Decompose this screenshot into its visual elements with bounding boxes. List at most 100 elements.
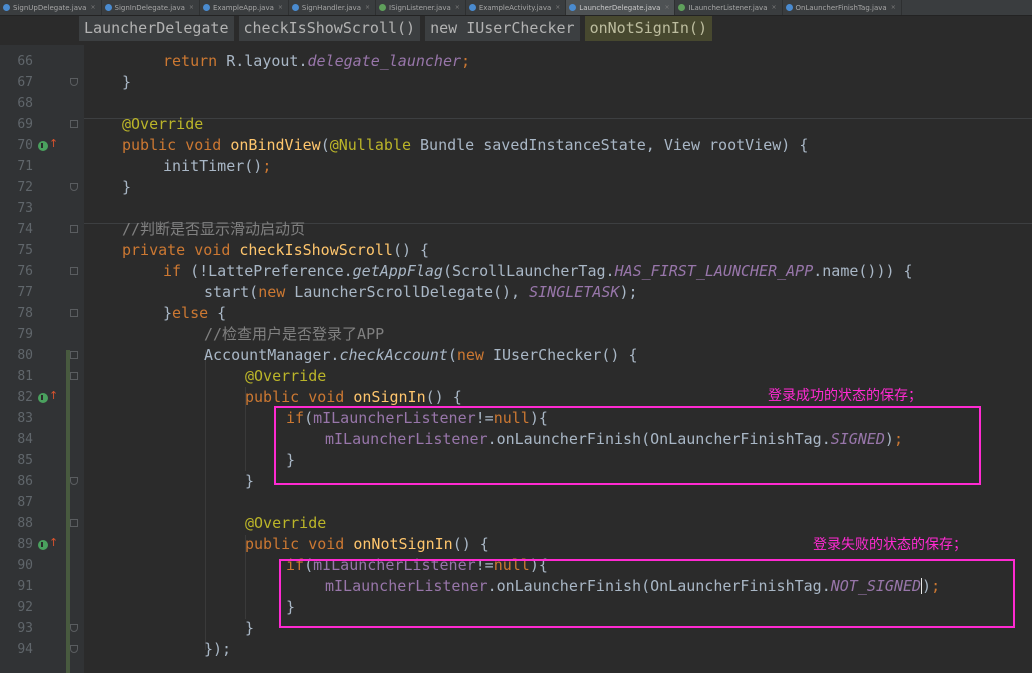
close-icon[interactable]: × [772,4,777,11]
line-number: 73 [17,201,33,216]
line-number: 74 [17,222,33,237]
file-tab[interactable]: LauncherDelegate.java × [566,0,676,15]
fold-icon[interactable] [70,372,78,380]
code-line: 71 initTimer(); [0,156,1032,177]
class-file-icon [468,4,476,11]
file-tab[interactable]: SignUpDelegate.java × [0,0,102,15]
fold-icon[interactable] [70,519,78,527]
implements-arrow-icon[interactable]: ↑ [49,536,58,549]
signin-note: 登录成功的状态的保存； [768,388,922,404]
line-number: 81 [17,369,33,384]
code-line: 76 if (!LattePreference.getAppFlag(Scrol… [0,261,1032,282]
line-number: 86 [17,474,33,489]
code-line: 66 return R.layout.delegate_launcher; [0,51,1032,72]
code-line: 72 } [0,177,1032,198]
class-file-icon [569,4,577,11]
class-file-icon [202,4,210,11]
close-icon[interactable]: × [891,4,896,11]
interface-file-icon [678,4,686,11]
file-tab[interactable]: ILauncherListener.java × [675,0,783,15]
override-marker-icon[interactable] [38,141,48,151]
file-tab-label: OnLauncherFinishTag.java [795,3,887,12]
line-number: 69 [17,117,33,132]
notsignin-highlight-box [279,559,1015,628]
breadcrumb-current-method[interactable]: onNotSignIn() [584,16,712,41]
class-file-icon [104,4,112,11]
fold-icon[interactable] [70,267,78,275]
file-tab-label: ILauncherListener.java [688,3,768,12]
implements-arrow-icon[interactable]: ↑ [49,389,58,402]
file-tab-label: SignHandler.java [301,3,361,12]
override-arrow-icon[interactable]: ↑ [49,137,58,150]
close-icon[interactable]: × [455,4,460,11]
line-number: 83 [17,411,33,426]
code-line: 75 private void checkIsShowScroll() { [0,240,1032,261]
line-number: 71 [17,159,33,174]
code-line: 67 } [0,72,1032,93]
line-number: 94 [17,642,33,657]
fold-icon[interactable] [70,624,78,632]
line-number: 79 [17,327,33,342]
class-file-icon [3,4,10,11]
fold-icon[interactable] [70,120,78,128]
line-number: 92 [17,600,33,615]
notsignin-note: 登录失败的状态的保存； [813,537,967,553]
code-line: 74 //判断是否显示滑动启动页 [0,219,1032,240]
line-number: 84 [17,432,33,447]
code-line: 79 //检查用户是否登录了APP [0,324,1032,345]
line-number: 87 [17,495,33,510]
fold-icon[interactable] [70,351,78,359]
file-tab-label: LauncherDelegate.java [579,3,661,12]
file-tab-label: SignInDelegate.java [114,3,185,12]
line-number: 76 [17,264,33,279]
line-number: 78 [17,306,33,321]
breadcrumb-anonymous-class[interactable]: new IUserChecker [425,16,580,41]
close-icon[interactable]: × [189,4,194,11]
file-tab[interactable]: ExampleActivity.java × [466,0,567,15]
breadcrumb-class[interactable]: LauncherDelegate [79,16,234,41]
file-tab[interactable]: OnLauncherFinishTag.java × [783,0,902,15]
close-icon[interactable]: × [90,4,95,11]
code-line: 87 [0,492,1032,513]
file-tab-label: ISignListener.java [389,3,451,12]
fold-icon[interactable] [70,183,78,191]
fold-icon[interactable] [70,309,78,317]
code-line: 81 @Override [0,366,1032,387]
fold-icon[interactable] [70,78,78,86]
class-file-icon [291,4,299,11]
interface-file-icon [379,4,387,11]
file-tab-label: ExampleActivity.java [478,3,552,12]
file-tab-label: SignUpDelegate.java [13,3,87,12]
line-number: 80 [17,348,33,363]
line-number: 67 [17,75,33,90]
code-line: 94 }); [0,639,1032,660]
implements-marker-icon[interactable] [38,393,48,403]
breadcrumb-method[interactable]: checkIsShowScroll() [238,16,421,41]
implements-marker-icon[interactable] [38,540,48,550]
close-icon[interactable]: × [555,4,560,11]
line-number: 91 [17,579,33,594]
fold-icon[interactable] [70,477,78,485]
fold-icon[interactable] [70,225,78,233]
line-number: 89 [17,537,33,552]
file-tab[interactable]: SignHandler.java × [289,0,377,15]
close-icon[interactable]: × [278,4,283,11]
close-icon[interactable]: × [664,4,669,11]
line-number: 93 [17,621,33,636]
file-tab[interactable]: ISignListener.java × [376,0,466,15]
code-line: 73 [0,198,1032,219]
line-number: 75 [17,243,33,258]
line-number: 72 [17,180,33,195]
line-number: 66 [17,54,33,69]
line-number: 82 [17,390,33,405]
fold-icon[interactable] [70,645,78,653]
file-tab-bar: SignUpDelegate.java × SignInDelegate.java ×… [0,0,1032,16]
file-tab[interactable]: SignInDelegate.java × [102,0,200,15]
file-tab[interactable]: ExampleApp.java × [200,0,289,15]
close-icon[interactable]: × [365,4,370,11]
code-line: 70 ↑ public void onBindView(@Nullable Bu… [0,135,1032,156]
code-line: 78 }else { [0,303,1032,324]
code-line: 88 @Override [0,513,1032,534]
line-number: 70 [17,138,33,153]
class-file-icon [785,4,793,11]
